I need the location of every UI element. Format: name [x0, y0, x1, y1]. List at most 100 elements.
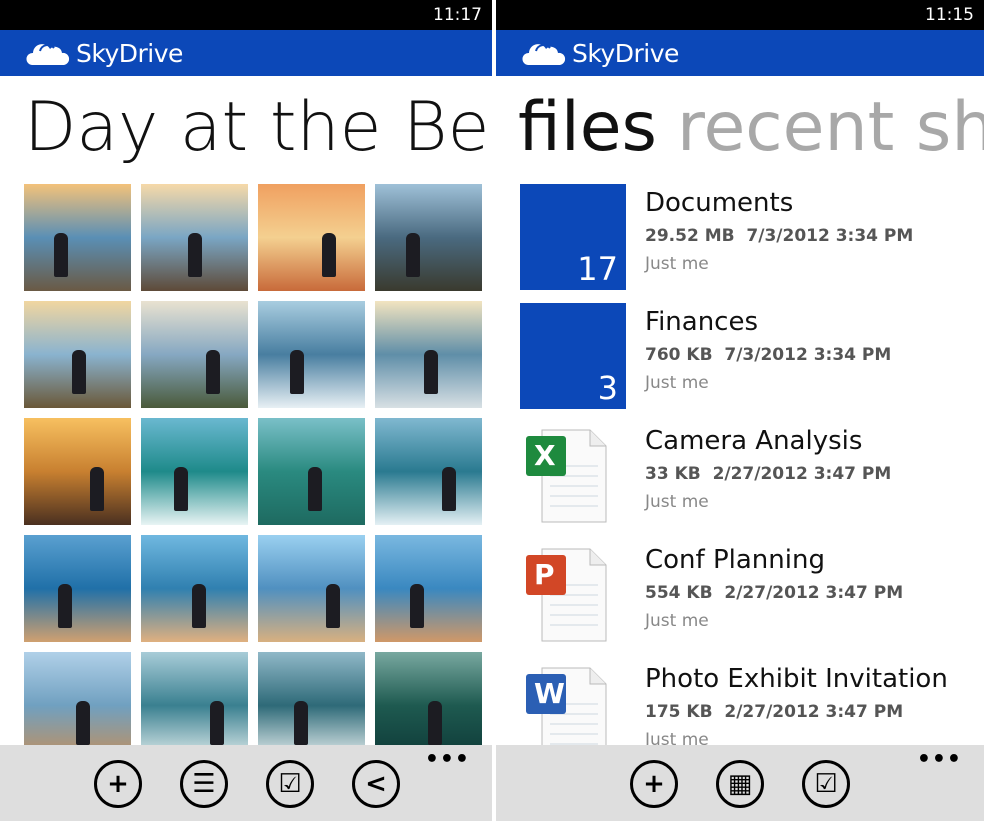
file-size: 760 KB [645, 345, 713, 365]
file-sharing: Just me [645, 492, 709, 512]
person-figure [90, 467, 104, 511]
file-item[interactable]: X Camera Analysis 33 KB 2/27/2012 3:47 PM… [520, 422, 960, 532]
folder-tile-icon: 17 [520, 184, 626, 290]
photo-thumbnail[interactable] [141, 418, 248, 525]
select-button[interactable]: ☑ [266, 760, 314, 808]
person-figure [308, 467, 322, 511]
photo-thumbnail[interactable] [24, 652, 131, 759]
add-button[interactable]: + [94, 760, 142, 808]
photo-thumbnail[interactable] [141, 652, 248, 759]
grid-view-button[interactable]: ▦ [716, 760, 764, 808]
person-figure [326, 584, 340, 628]
skydrive-cloud-icon [522, 44, 566, 65]
file-meta: 33 KB 2/27/2012 3:47 PM [645, 464, 891, 484]
photo-thumbnail[interactable] [375, 535, 482, 642]
person-figure [72, 350, 86, 394]
list-button[interactable]: ☰ [180, 760, 228, 808]
more-button[interactable]: ••• [917, 747, 962, 772]
album-title: Day at the Beach [24, 88, 492, 167]
file-sharing: Just me [645, 254, 709, 274]
app-bar: ••• + ▦ ☑ [496, 745, 984, 821]
clock: 11:17 [433, 5, 482, 25]
photo-thumbnail[interactable] [375, 184, 482, 291]
status-bar: 11:15 [496, 0, 984, 30]
person-figure [428, 701, 442, 745]
person-figure [442, 467, 456, 511]
file-date: 2/27/2012 3:47 PM [712, 464, 892, 484]
person-figure [410, 584, 424, 628]
select-icon: ☑ [278, 769, 302, 799]
photo-thumbnail[interactable] [258, 652, 365, 759]
share-icon: < [365, 769, 387, 799]
file-name: Documents [645, 188, 794, 218]
person-figure [294, 701, 308, 745]
photo-thumbnail[interactable] [24, 418, 131, 525]
photo-thumbnail[interactable] [24, 535, 131, 642]
pivot-recent-shared[interactable]: recent sha [677, 88, 984, 167]
folder-tile-icon: 3 [520, 303, 626, 409]
photo-thumbnail[interactable] [258, 301, 365, 408]
app-header: SkyDrive [496, 30, 984, 76]
person-figure [322, 233, 336, 277]
select-button[interactable]: ☑ [802, 760, 850, 808]
photo-thumbnail[interactable] [258, 184, 365, 291]
photo-thumbnail[interactable] [375, 301, 482, 408]
files-screen: 11:15 SkyDrive files recent sha 17 Documen… [496, 0, 984, 821]
photo-thumbnail[interactable] [24, 301, 131, 408]
photo-thumbnail[interactable] [141, 301, 248, 408]
select-icon: ☑ [814, 769, 838, 799]
status-bar: 11:17 [0, 0, 492, 30]
skydrive-cloud-icon [26, 44, 70, 65]
more-button[interactable]: ••• [425, 747, 470, 772]
file-date: 7/3/2012 3:34 PM [724, 345, 892, 365]
photo-thumbnail[interactable] [375, 418, 482, 525]
file-item[interactable]: 17 Documents 29.52 MB 7/3/2012 3:34 PM Ju… [520, 184, 960, 294]
app-header: SkyDrive [0, 30, 492, 76]
person-figure [192, 584, 206, 628]
file-meta: 760 KB 7/3/2012 3:34 PM [645, 345, 891, 365]
file-meta: 554 KB 2/27/2012 3:47 PM [645, 583, 903, 603]
add-button[interactable]: + [630, 760, 678, 808]
photo-thumbnail[interactable] [258, 535, 365, 642]
file-name: Conf Planning [645, 545, 825, 575]
person-figure [58, 584, 72, 628]
photo-thumbnail[interactable] [141, 535, 248, 642]
file-name: Finances [645, 307, 759, 337]
person-figure [174, 467, 188, 511]
file-size: 33 KB [645, 464, 701, 484]
person-figure [424, 350, 438, 394]
photo-album-screen: 11:17 SkyDrive Day at the Beach ••• + ☰ ☑ < [0, 0, 492, 821]
add-icon: + [643, 769, 665, 799]
app-bar: ••• + ☰ ☑ < [0, 745, 492, 821]
photo-thumbnail[interactable] [24, 184, 131, 291]
photo-thumbnail[interactable] [258, 418, 365, 525]
app-badge-letter: W [534, 677, 565, 710]
person-figure [188, 233, 202, 277]
share-button[interactable]: < [352, 760, 400, 808]
file-size: 554 KB [645, 583, 713, 603]
file-date: 2/27/2012 3:47 PM [724, 583, 904, 603]
app-badge-letter: P [534, 558, 555, 591]
file-date: 7/3/2012 3:34 PM [746, 226, 914, 246]
person-figure [54, 233, 68, 277]
pivot-files[interactable]: files [518, 88, 657, 167]
item-count: 17 [577, 250, 618, 288]
file-size: 175 KB [645, 702, 713, 722]
file-size: 29.52 MB [645, 226, 735, 246]
photo-thumbnail[interactable] [141, 184, 248, 291]
file-item[interactable]: P Conf Planning 554 KB 2/27/2012 3:47 PM … [520, 541, 960, 651]
file-date: 2/27/2012 3:47 PM [724, 702, 904, 722]
person-figure [76, 701, 90, 745]
add-icon: + [107, 769, 129, 799]
list-icon: ☰ [192, 769, 216, 799]
file-meta: 175 KB 2/27/2012 3:47 PM [645, 702, 903, 722]
clock: 11:15 [925, 5, 974, 25]
app-badge-letter: X [534, 439, 556, 472]
file-sharing: Just me [645, 611, 709, 631]
file-item[interactable]: 3 Finances 760 KB 7/3/2012 3:34 PM Just m… [520, 303, 960, 413]
file-sharing: Just me [645, 373, 709, 393]
file-name: Camera Analysis [645, 426, 863, 456]
app-name: SkyDrive [572, 38, 679, 68]
file-meta: 29.52 MB 7/3/2012 3:34 PM [645, 226, 913, 246]
photo-thumbnail[interactable] [375, 652, 482, 759]
